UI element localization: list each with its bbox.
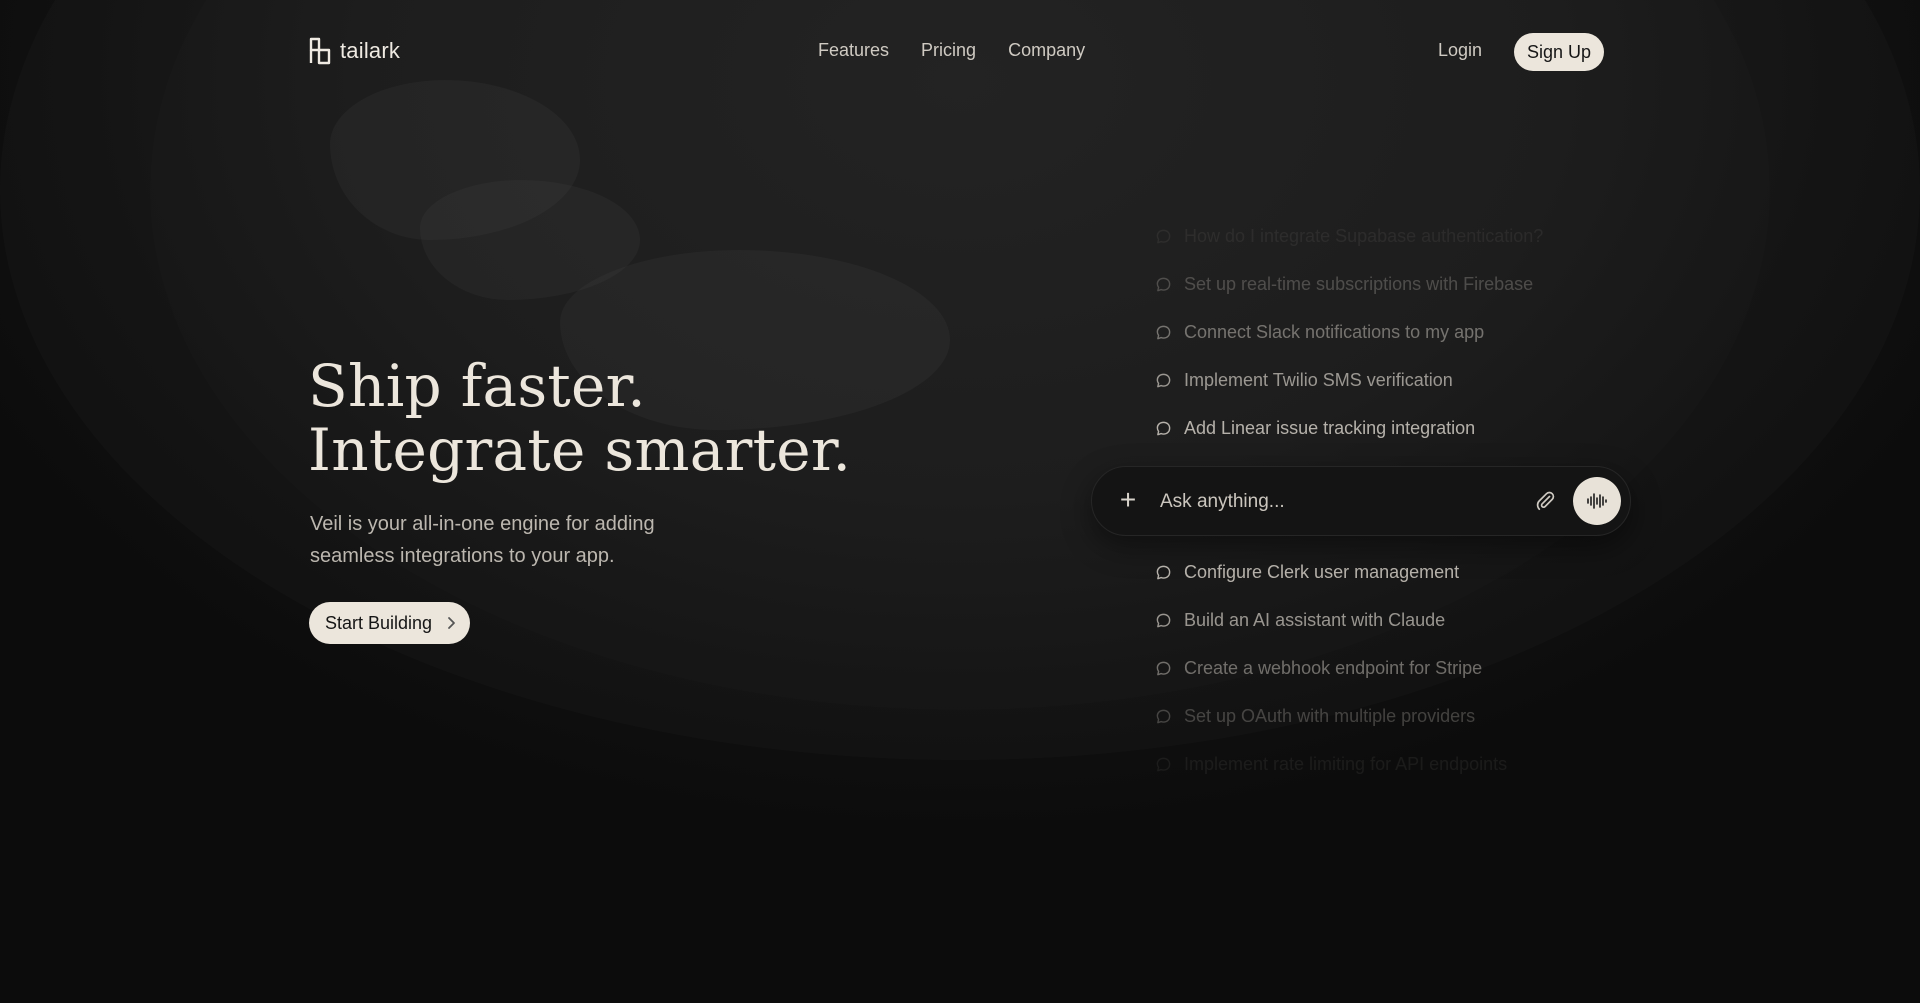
paperclip-icon[interactable] xyxy=(1534,489,1558,513)
chat-bubble-icon xyxy=(1156,613,1171,628)
suggestion-item[interactable]: Set up OAuth with multiple providers xyxy=(1155,706,1475,727)
ask-bar: + xyxy=(1091,466,1631,536)
hero-title-line-2: Integrate smarter. xyxy=(308,416,852,484)
suggestion-text: Set up OAuth with multiple providers xyxy=(1184,706,1476,726)
voice-input-button[interactable] xyxy=(1573,477,1621,525)
landing-page: tailark Features Pricing Company Login S… xyxy=(0,0,1920,1003)
hero-title: Ship faster. Integrate smarter. xyxy=(308,354,851,482)
chat-bubble-icon xyxy=(1156,229,1171,244)
chat-bubble-icon xyxy=(1156,421,1171,436)
audio-waveform-icon xyxy=(1587,493,1607,509)
nav-link-pricing[interactable]: Pricing xyxy=(921,40,976,61)
chat-bubble-icon xyxy=(1156,325,1171,340)
chevron-right-icon xyxy=(448,617,455,629)
suggestion-text: Build an AI assistant with Claude xyxy=(1184,610,1446,630)
top-navigation: tailark Features Pricing Company Login S… xyxy=(0,0,1920,104)
suggestion-text: Configure Clerk user management xyxy=(1184,562,1460,582)
start-building-label: Start Building xyxy=(325,612,433,633)
chat-bubble-icon xyxy=(1156,565,1171,580)
suggestion-text: Add Linear issue tracking integration xyxy=(1184,418,1476,438)
suggestion-item[interactable]: Add Linear issue tracking integration xyxy=(1155,418,1475,439)
brand-logo[interactable]: tailark xyxy=(308,36,400,66)
suggestion-text: Implement Twilio SMS verification xyxy=(1184,370,1453,390)
login-link[interactable]: Login xyxy=(1438,40,1482,61)
chat-bubble-icon xyxy=(1156,661,1171,676)
hero-subtitle: Veil is your all-in-one engine for addin… xyxy=(310,513,655,567)
brand-name: tailark xyxy=(340,38,401,63)
suggestion-item[interactable]: How do I integrate Supabase authenticati… xyxy=(1155,226,1543,247)
chat-bubble-icon xyxy=(1156,757,1171,772)
suggestion-item[interactable]: Build an AI assistant with Claude xyxy=(1155,610,1445,631)
ask-input[interactable] xyxy=(1158,487,1532,517)
suggestion-item[interactable]: Connect Slack notifications to my app xyxy=(1155,322,1484,343)
hero-title-line-1: Ship faster. xyxy=(308,352,647,420)
suggestion-text: Implement rate limiting for API endpoint… xyxy=(1184,754,1508,774)
chat-bubble-icon xyxy=(1156,709,1171,724)
suggestion-text: How do I integrate Supabase authenticati… xyxy=(1184,226,1544,246)
suggestion-item[interactable]: Set up real-time subscriptions with Fire… xyxy=(1155,274,1533,295)
nav-link-company[interactable]: Company xyxy=(1008,40,1085,61)
suggestion-text: Set up real-time subscriptions with Fire… xyxy=(1184,274,1534,294)
tailark-logo-icon xyxy=(309,37,331,65)
suggestion-item[interactable]: Create a webhook endpoint for Stripe xyxy=(1155,658,1482,679)
suggestion-item[interactable]: Implement Twilio SMS verification xyxy=(1155,370,1453,391)
suggestion-text: Connect Slack notifications to my app xyxy=(1184,322,1485,342)
suggestion-text: Create a webhook endpoint for Stripe xyxy=(1184,658,1483,678)
start-building-button[interactable]: Start Building xyxy=(309,602,471,644)
signup-button[interactable]: Sign Up xyxy=(1514,33,1605,71)
chat-bubble-icon xyxy=(1156,277,1171,292)
chat-bubble-icon xyxy=(1156,373,1171,388)
add-attachment-icon[interactable]: + xyxy=(1114,486,1142,515)
suggestion-item[interactable]: Implement rate limiting for API endpoint… xyxy=(1155,754,1507,775)
suggestion-item[interactable]: Configure Clerk user management xyxy=(1155,562,1459,583)
nav-links: Features Pricing Company xyxy=(818,40,1085,61)
nav-link-features[interactable]: Features xyxy=(818,40,889,61)
